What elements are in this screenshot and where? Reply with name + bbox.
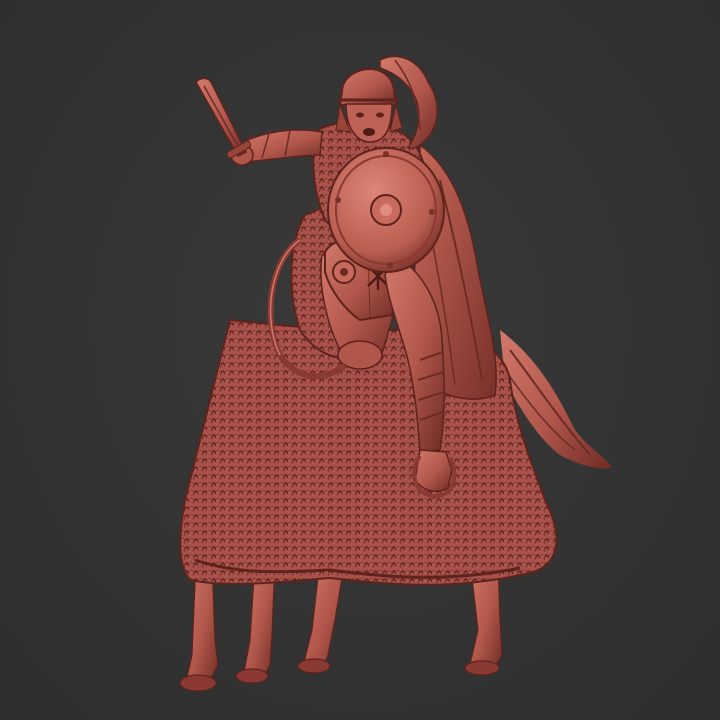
miniature-render	[179, 55, 612, 692]
rider-shield	[327, 147, 445, 273]
render-viewport	[0, 0, 720, 720]
sword	[195, 77, 252, 159]
